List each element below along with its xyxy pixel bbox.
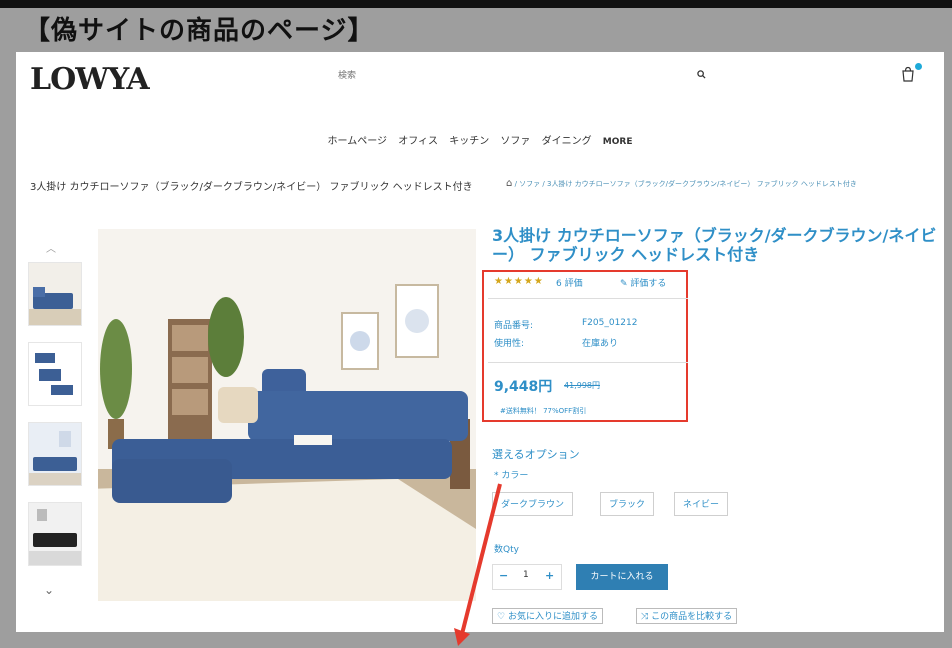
cart-icon[interactable] [901, 63, 922, 84]
page-heading: 3人掛け カウチローソファ（ブラック/ダークブラウン/ネイビー） ファブリック … [30, 182, 473, 193]
main-nav: ホームページ オフィス キッチン ソファ ダイニング MORE [16, 132, 944, 147]
nav-dining[interactable]: ダイニング [542, 132, 592, 147]
product-info: 3人掛け カウチローソファ（ブラック/ダークブラウン/ネイビー） ファブリック … [492, 226, 940, 264]
nav-office[interactable]: オフィス [398, 132, 438, 147]
write-review-link[interactable]: ✎ 評価する [620, 276, 666, 289]
search-bar[interactable] [336, 66, 706, 86]
rating-stars: ★★★★★ [494, 276, 544, 287]
options-heading: 選えるオプション [492, 448, 580, 461]
color-option-black[interactable]: ブラック [600, 492, 655, 516]
compare-button[interactable]: ⤨ この商品を比較する [636, 608, 738, 624]
thumbnail-image[interactable] [28, 502, 82, 566]
chevron-down-icon[interactable]: ⌄ [44, 583, 54, 597]
site-logo[interactable]: LOWYA [30, 62, 150, 97]
thumbnail-image[interactable] [28, 422, 82, 486]
product-price: 9,448円 [494, 379, 553, 395]
stock-value: 在庫あり [582, 339, 619, 349]
caption-title: 【偽サイトの商品のページ】 [24, 16, 375, 46]
fake-shop-page: LOWYA ホームページ オフィス キッチン ソファ ダイニング MORE 3人… [16, 52, 944, 632]
nav-more[interactable]: MORE [603, 137, 633, 147]
add-to-favorites-button[interactable]: ♡ お気に入りに追加する [492, 608, 603, 624]
favorites-label: お気に入りに追加する [507, 612, 598, 622]
compare-label: この商品を比較する [651, 612, 733, 622]
color-option-navy[interactable]: ネイビー [674, 492, 729, 516]
shipping-note: #送料無料！ 77%OFF割引 [500, 407, 587, 415]
product-main-image[interactable] [98, 229, 476, 601]
nav-sofa[interactable]: ソファ [500, 132, 530, 147]
top-border [0, 0, 952, 8]
thumbnail-image[interactable] [28, 262, 82, 326]
thumbnail-image[interactable] [28, 342, 82, 406]
product-title: 3人掛け カウチローソファ（ブラック/ダークブラウン/ネイビー） ファブリック … [492, 226, 937, 264]
search-input[interactable] [336, 66, 680, 86]
breadcrumb-path[interactable]: / ソファ / 3人掛け カウチローソファ（ブラック/ダークブラウン/ネイビー）… [515, 180, 857, 188]
thumbnail-column: ︿ ⌄ [24, 240, 84, 600]
quantity-minus-button[interactable]: − [499, 569, 508, 582]
search-icon[interactable] [697, 70, 706, 79]
color-label: * カラー [494, 471, 529, 481]
quantity-value[interactable]: 1 [523, 570, 529, 580]
heart-icon: ♡ [497, 612, 506, 622]
rating-count-link[interactable]: 6 評価 [556, 276, 583, 289]
quantity-plus-button[interactable]: + [545, 569, 554, 582]
divider [488, 362, 688, 363]
color-option-dark-brown[interactable]: ダークブラウン [492, 492, 574, 516]
sku-label: 商品番号: [494, 321, 534, 331]
home-icon[interactable]: ⌂ [506, 178, 512, 189]
quantity-label: 数Qty [494, 545, 519, 555]
write-review-label: 評価する [630, 279, 667, 289]
original-price: 41,998円 [564, 381, 600, 390]
sku-value: F205_01212 [582, 318, 638, 328]
quantity-stepper: − 1 + [492, 564, 562, 590]
cart-badge [915, 63, 922, 70]
add-to-cart-button[interactable]: カートに入れる [576, 564, 668, 590]
divider [488, 298, 688, 299]
breadcrumb: ⌂ / ソファ / 3人掛け カウチローソファ（ブラック/ダークブラウン/ネイビ… [506, 178, 857, 189]
nav-home[interactable]: ホームページ [328, 132, 388, 147]
chevron-up-icon[interactable]: ︿ [46, 240, 56, 255]
nav-kitchen[interactable]: キッチン [449, 132, 489, 147]
compare-icon: ⤨ [641, 612, 649, 622]
pencil-icon: ✎ [620, 279, 628, 289]
stock-label: 使用性: [494, 339, 525, 349]
